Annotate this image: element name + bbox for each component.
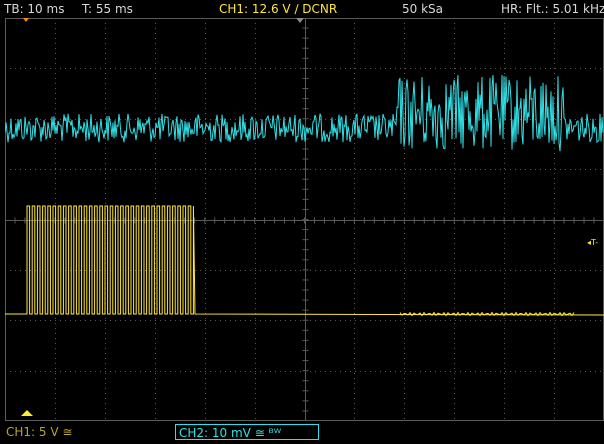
status-bar: TB: 10 ms T: 55 ms CH1: 12.6 V ∕ DCNR 50…	[0, 0, 604, 18]
waveform-svg	[5, 18, 604, 421]
hr-filter-readout[interactable]: HR: Flt.: 5.01 kHz	[501, 0, 604, 18]
trigger-position-icon	[21, 410, 33, 416]
ch2-waveform	[5, 74, 604, 152]
top-trigger-marker-icon	[23, 18, 29, 22]
trigger-level-marker: ◂T-	[587, 238, 599, 247]
trigger-time-readout[interactable]: T: 55 ms	[82, 0, 133, 18]
oscilloscope-screen: TB: 10 ms T: 55 ms CH1: 12.6 V ∕ DCNR 50…	[0, 0, 604, 444]
ch2-scale-label[interactable]: CH2: 10 mV ≅ ᴮᵂ	[175, 424, 319, 440]
center-marker-icon	[296, 18, 304, 23]
waveform-display	[5, 18, 604, 421]
ch1-trigger-readout[interactable]: CH1: 12.6 V ∕ DCNR	[219, 0, 337, 18]
ch1-scale-label[interactable]: CH1: 5 V ≅	[6, 421, 72, 444]
timebase-readout[interactable]: TB: 10 ms	[4, 0, 64, 18]
sample-rate-readout[interactable]: 50 kSa	[402, 0, 443, 18]
channel-bar: CH1: 5 V ≅ CH2: 10 mV ≅ ᴮᵂ	[0, 421, 604, 444]
